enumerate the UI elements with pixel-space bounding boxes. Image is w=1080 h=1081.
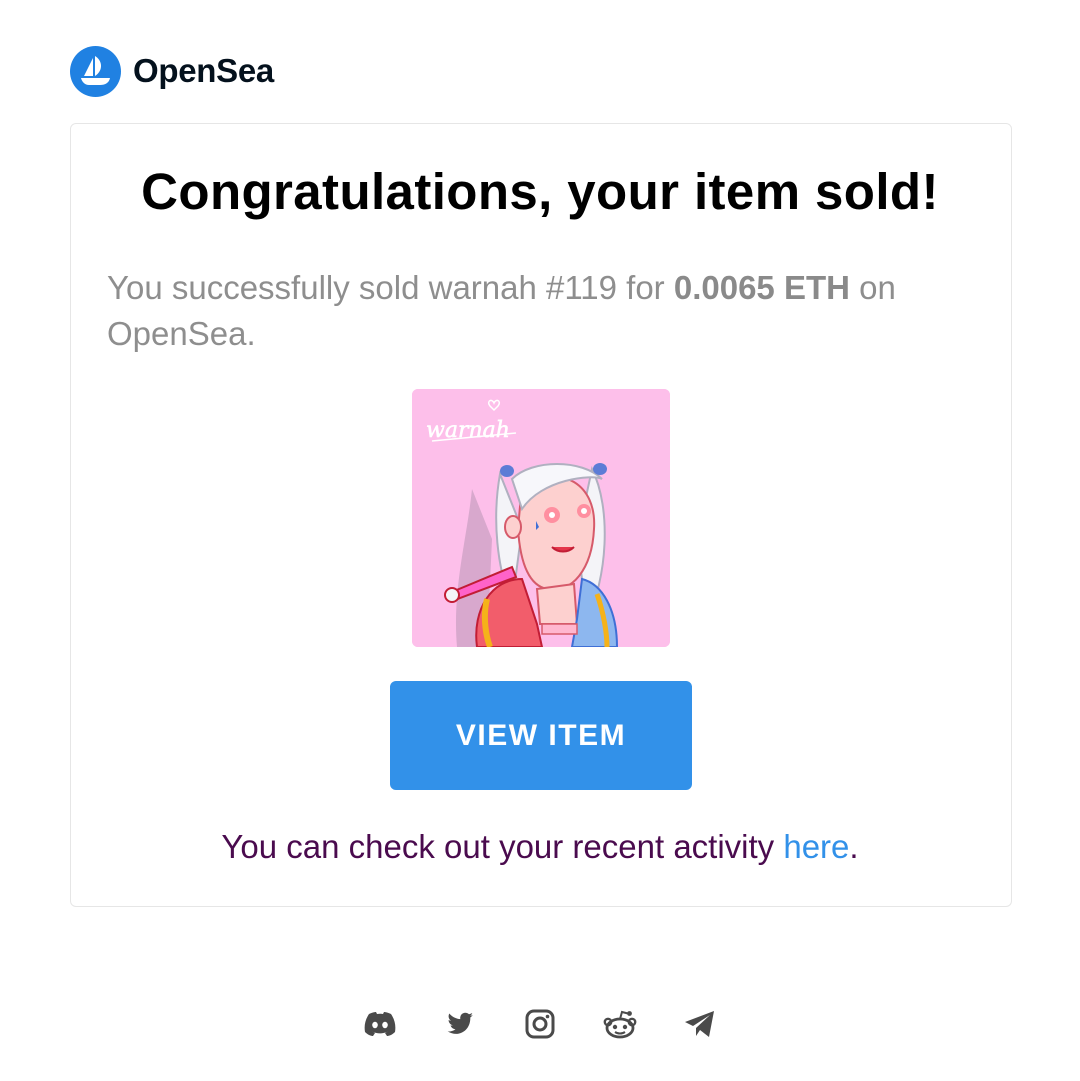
activity-here-link[interactable]: here: [783, 828, 849, 865]
header: OpenSea: [70, 45, 274, 97]
page-title: Congratulations, your item sold!: [141, 163, 939, 220]
discord-icon[interactable]: [360, 1005, 400, 1043]
telegram-icon[interactable]: [680, 1005, 720, 1043]
svg-text:warnah: warnah: [426, 418, 510, 443]
social-links: [0, 1005, 1080, 1043]
brand-name[interactable]: OpenSea: [133, 52, 274, 90]
instagram-icon[interactable]: [520, 1005, 560, 1043]
opensea-logo-icon[interactable]: [70, 45, 121, 97]
activity-text: You can check out your recent activity: [221, 828, 784, 865]
view-item-button[interactable]: VIEW ITEM: [390, 681, 692, 790]
twitter-icon[interactable]: [440, 1005, 480, 1043]
activity-period: .: [849, 828, 859, 865]
nft-image[interactable]: warnah: [412, 389, 670, 647]
sale-price: 0.0065 ETH: [673, 269, 850, 306]
sale-description: You successfully sold warnah #119 for 0.…: [107, 265, 987, 357]
activity-note: You can check out your recent activity h…: [0, 828, 1080, 866]
reddit-icon[interactable]: [600, 1005, 640, 1043]
description-prefix: You successfully sold warnah #119 for: [107, 269, 674, 306]
